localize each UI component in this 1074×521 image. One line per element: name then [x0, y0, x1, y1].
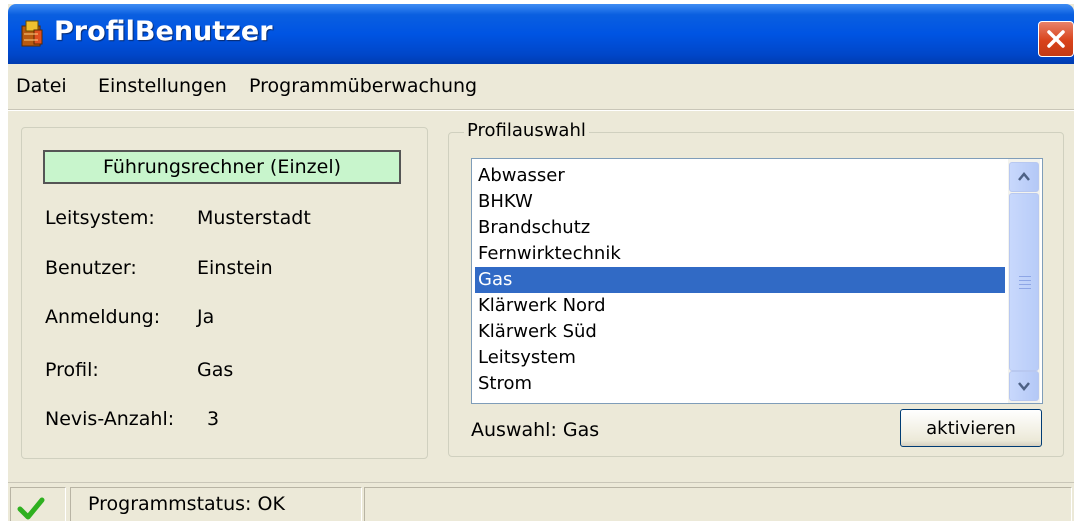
profile-group-legend: Profilauswahl	[464, 120, 589, 141]
activate-button[interactable]: aktivieren	[900, 409, 1042, 447]
check-icon	[17, 497, 45, 520]
list-item[interactable]: Leitsystem	[475, 345, 1005, 371]
close-button[interactable]	[1038, 21, 1074, 57]
status-icon-pane	[10, 487, 66, 521]
window-title: ProfilBenutzer	[54, 16, 273, 47]
anmeldung-value: Ja	[197, 306, 215, 328]
list-item[interactable]: Klärwerk Süd	[475, 319, 1005, 345]
menu-einstellungen[interactable]: Einstellungen	[98, 75, 227, 97]
app-icon	[21, 20, 43, 47]
role-indicator: Führungsrechner (Einzel)	[43, 150, 401, 184]
profil-value: Gas	[197, 359, 234, 381]
thumb-grip	[1019, 280, 1031, 281]
thumb-grip	[1019, 284, 1031, 285]
list-item[interactable]: BHKW	[475, 189, 1005, 215]
close-icon	[1047, 30, 1065, 48]
menu-divider	[8, 109, 1074, 111]
thumb-grip	[1019, 276, 1031, 277]
scroll-down-button[interactable]	[1009, 371, 1039, 401]
app-window: ProfilBenutzer Datei Einstellungen Progr…	[8, 4, 1074, 521]
chevron-down-icon	[1018, 382, 1030, 391]
leitsystem-label: Leitsystem:	[45, 207, 155, 229]
list-item[interactable]: Brandschutz	[475, 215, 1005, 241]
profile-list[interactable]: Abwasser BHKW Brandschutz Fernwirktechni…	[471, 158, 1043, 404]
status-bar: Programmstatus: OK	[8, 482, 1074, 521]
benutzer-value: Einstein	[197, 257, 273, 279]
menu-datei[interactable]: Datei	[16, 75, 67, 97]
thumb-grip	[1019, 288, 1031, 289]
list-item[interactable]: Fernwirktechnik	[475, 241, 1005, 267]
nevis-anzahl-label: Nevis-Anzahl:	[45, 408, 175, 430]
nevis-anzahl-value: 3	[207, 408, 220, 430]
list-item-selected[interactable]: Gas	[475, 267, 1005, 293]
scroll-thumb[interactable]	[1009, 193, 1039, 371]
status-text: Programmstatus: OK	[88, 493, 285, 515]
menu-bar: Datei Einstellungen Programmüberwachung	[8, 69, 1074, 103]
scroll-up-button[interactable]	[1009, 162, 1039, 192]
list-scrollbar[interactable]	[1008, 159, 1040, 403]
menu-programmueberwachung[interactable]: Programmüberwachung	[249, 75, 477, 97]
anmeldung-label: Anmeldung:	[45, 306, 161, 328]
leitsystem-value: Musterstadt	[197, 207, 311, 229]
profil-label: Profil:	[45, 359, 99, 381]
benutzer-label: Benutzer:	[45, 257, 137, 279]
list-item[interactable]: Klärwerk Nord	[475, 293, 1005, 319]
list-item[interactable]: Abwasser	[475, 163, 1005, 189]
list-item[interactable]: Strom	[475, 371, 1005, 397]
title-bar[interactable]: ProfilBenutzer	[8, 4, 1074, 64]
chevron-up-icon	[1018, 172, 1030, 181]
status-empty-pane	[364, 487, 1072, 521]
selection-text: Auswahl: Gas	[471, 419, 600, 441]
